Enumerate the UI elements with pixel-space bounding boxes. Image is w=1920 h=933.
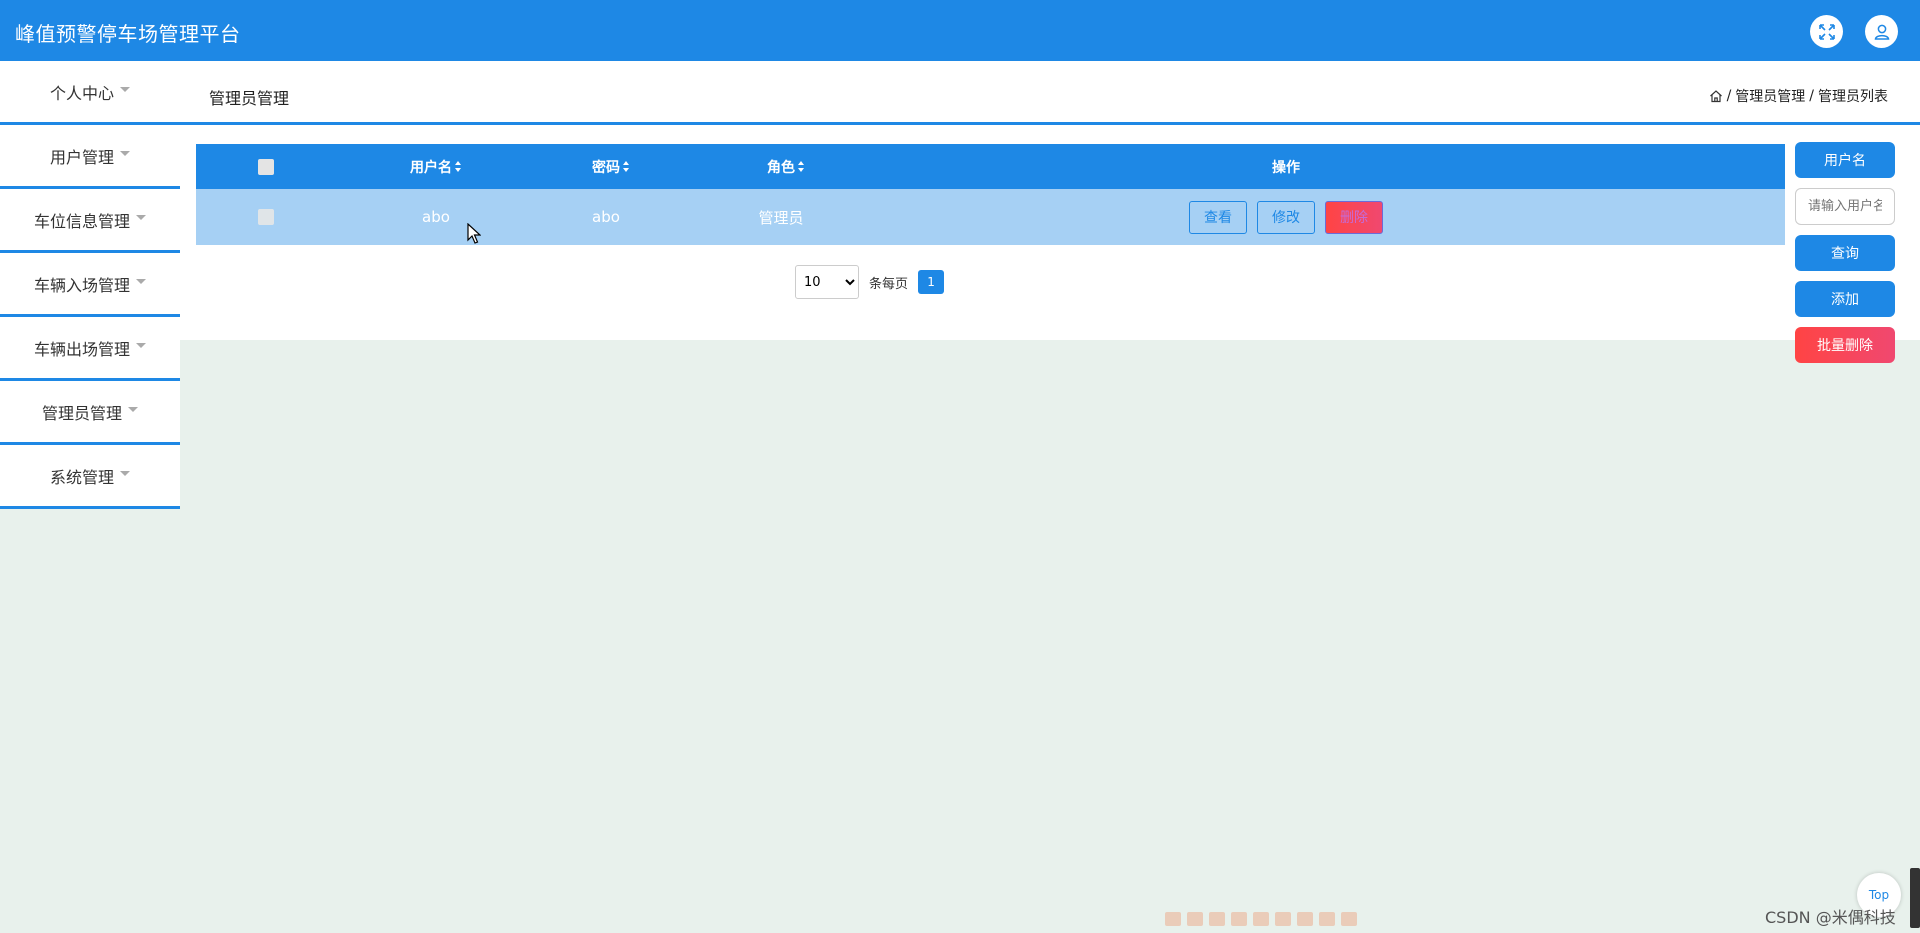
sidebar-item-label: 个人中心 [49,83,114,103]
sidebar-item-parking-space[interactable]: 车位信息管理 [0,189,180,253]
pagination: 10 条每页 1 [795,265,945,299]
sidebar-item-personal-center[interactable]: 个人中心 [0,61,180,125]
per-page-label: 条每页 [869,276,909,292]
ime-icon [1275,912,1291,926]
caret-down-icon [136,343,146,348]
column-label: 角色 [767,159,795,176]
caret-down-icon [136,215,146,220]
top-bar: 峰值预警停车场管理平台 [0,0,1920,61]
sidebar-item-label: 管理员管理 [41,403,122,423]
sort-icon [623,161,630,172]
batch-delete-button[interactable]: 批量删除 [1795,327,1895,363]
ime-icon [1341,912,1357,926]
home-icon[interactable] [1709,89,1723,103]
search-label-button[interactable]: 用户名 [1795,142,1895,178]
sidebar-item-user-management[interactable]: 用户管理 [0,125,180,189]
row-checkbox[interactable] [258,209,274,225]
cell-actions: 查看 修改 删除 [916,189,1656,245]
caret-down-icon [120,151,130,156]
delete-button[interactable]: 删除 [1325,200,1383,234]
sidebar-item-admin-management[interactable]: 管理员管理 [0,381,180,445]
cell-username: abo [422,208,450,226]
page-header: 管理员管理 / 管理员管理 / 管理员列表 [180,61,1920,125]
page-number-button[interactable]: 1 [918,270,945,294]
column-password[interactable]: 密码 [531,144,691,189]
caret-down-icon [120,471,130,476]
ime-toolbar [1165,912,1375,932]
ime-icon [1297,912,1313,926]
ime-icon [1209,912,1225,926]
cell-role: 管理员 [758,208,804,227]
select-all-checkbox[interactable] [258,158,274,175]
query-button[interactable]: 查询 [1795,235,1895,271]
watermark: CSDN @米偶科技 [1765,908,1896,927]
page-size-select[interactable]: 10 [795,265,859,299]
expand-icon [1818,23,1835,40]
edit-button[interactable]: 修改 [1257,200,1315,234]
ime-icon [1231,912,1247,926]
column-label: 操作 [1272,159,1300,176]
ime-icon [1187,912,1203,926]
column-label: 密码 [592,159,620,176]
row-select-cell [241,189,291,245]
column-actions: 操作 [916,144,1656,189]
sidebar-item-label: 用户管理 [49,147,114,167]
sidebar: 个人中心 用户管理 车位信息管理 车辆入场管理 车辆出场管理 管理员管理 系统管… [0,61,180,509]
sidebar-item-system-management[interactable]: 系统管理 [0,445,180,509]
sidebar-item-vehicle-entry[interactable]: 车辆入场管理 [0,253,180,317]
select-all-cell [241,144,291,189]
page-title: 管理员管理 [209,89,290,108]
breadcrumb-separator: / [1809,88,1814,104]
column-label: 用户名 [410,159,452,176]
ime-icon [1319,912,1335,926]
view-button[interactable]: 查看 [1189,200,1247,234]
sort-icon [798,161,805,172]
sort-icon [455,161,462,172]
main-content: 管理员管理 / 管理员管理 / 管理员列表 用户名 密码 角色 操作 abo a… [180,61,1920,340]
caret-down-icon [128,407,138,412]
ime-icon [1253,912,1269,926]
scroll-handle[interactable] [1910,868,1920,928]
sidebar-item-label: 系统管理 [49,467,114,487]
fullscreen-button[interactable] [1810,15,1843,48]
user-icon [1874,24,1889,40]
sidebar-item-label: 车位信息管理 [33,211,130,231]
caret-down-icon [136,279,146,284]
username-search-input[interactable] [1795,188,1895,225]
sidebar-item-label: 车辆出场管理 [33,339,130,359]
breadcrumb-item: 管理员列表 [1818,89,1888,105]
table-row: abo abo 管理员 查看 修改 删除 [196,189,1785,245]
table-header: 用户名 密码 角色 操作 [196,144,1785,189]
caret-down-icon [120,87,130,92]
breadcrumb-separator: / [1726,88,1732,104]
column-username[interactable]: 用户名 [356,144,516,189]
sidebar-item-vehicle-exit[interactable]: 车辆出场管理 [0,317,180,381]
breadcrumb: / 管理员管理 / 管理员列表 [1709,86,1888,106]
admin-table: 用户名 密码 角色 操作 abo abo 管理员 查看 修改 删除 [196,144,1785,245]
mouse-cursor-icon [467,223,481,244]
ime-icon [1165,912,1181,926]
add-button[interactable]: 添加 [1795,281,1895,317]
cell-password: abo [592,208,620,226]
user-menu-button[interactable] [1865,15,1898,48]
app-title: 峰值预警停车场管理平台 [15,22,241,46]
column-role[interactable]: 角色 [706,144,866,189]
sidebar-item-label: 车辆入场管理 [33,275,130,295]
search-panel: 用户名 查询 添加 批量删除 [1795,142,1895,373]
breadcrumb-item[interactable]: 管理员管理 [1735,86,1805,106]
